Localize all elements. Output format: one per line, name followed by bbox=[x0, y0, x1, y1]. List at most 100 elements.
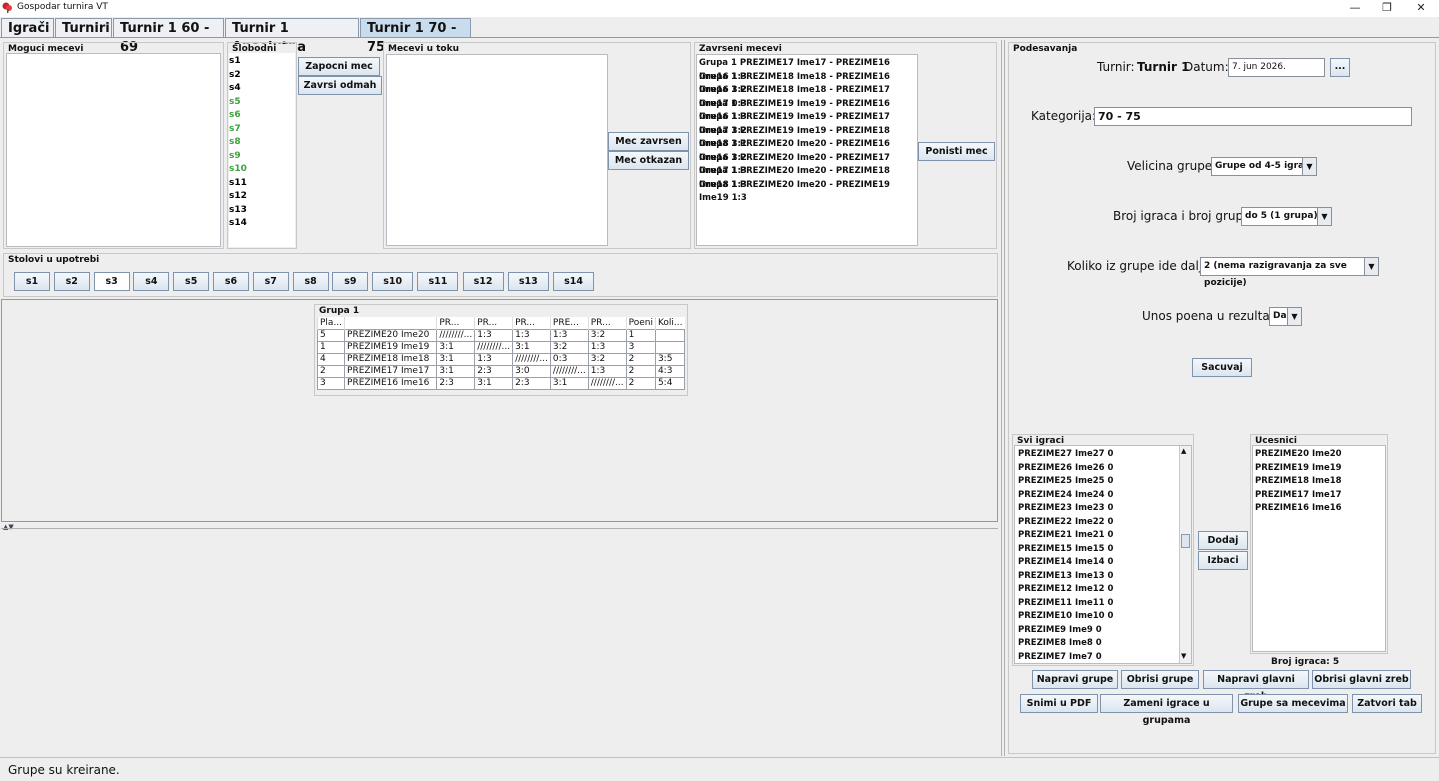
table-button-s1[interactable]: s1 bbox=[14, 272, 50, 291]
table-cell[interactable] bbox=[654, 340, 686, 354]
list-item[interactable]: PREZIME18 Ime18 bbox=[1255, 475, 1385, 489]
list-item[interactable]: PREZIME25 Ime25 0 bbox=[1018, 475, 1191, 489]
list-item[interactable]: s9 bbox=[229, 150, 295, 164]
table-cell[interactable]: PREZIME19 Ime19 bbox=[344, 340, 438, 354]
izbaci-button[interactable]: Izbaci bbox=[1198, 551, 1248, 570]
table-cell[interactable]: 3:1 bbox=[549, 376, 589, 390]
column-header[interactable] bbox=[344, 317, 437, 329]
table-button-s3[interactable]: s3 bbox=[93, 272, 130, 291]
table-cell[interactable]: ////////... bbox=[587, 376, 627, 390]
table-cell[interactable]: 3:5 bbox=[654, 352, 686, 366]
table-cell[interactable]: 3:1 bbox=[436, 364, 476, 378]
table-cell[interactable]: ////////... bbox=[549, 364, 589, 378]
obrisi-grupe-button[interactable]: Obrisi grupe bbox=[1121, 670, 1199, 689]
table-cell[interactable]: 4:3 bbox=[654, 364, 686, 378]
list-item[interactable]: Grupa 1 PREZIME18 Ime18 - PREZIME16 Ime1… bbox=[699, 71, 917, 96]
zapocni-mec-button[interactable]: Zapocni mec bbox=[298, 57, 380, 76]
list-item[interactable]: s4 bbox=[229, 82, 295, 96]
table-cell[interactable]: 3:2 bbox=[587, 352, 627, 366]
list-item[interactable]: Grupa 1 PREZIME20 Ime20 - PREZIME18 Ime1… bbox=[699, 165, 917, 190]
ucesnici-list[interactable]: PREZIME20 Ime20 PREZIME19 Ime19 PREZIME18 … bbox=[1252, 445, 1386, 652]
list-item[interactable]: s1 bbox=[229, 55, 295, 69]
zavrseni-mecevi-list[interactable]: Grupa 1 PREZIME17 Ime17 - PREZIME16 Ime1… bbox=[696, 54, 918, 246]
tab-turniri[interactable]: Turniri bbox=[55, 18, 112, 38]
snimi-pdf-button[interactable]: Snimi u PDF bbox=[1020, 694, 1098, 713]
moguci-mecevi-list[interactable] bbox=[6, 53, 221, 247]
tab-turnir-70-75[interactable]: Turnir 1 70 - 75 bbox=[360, 18, 471, 55]
grupa-table[interactable]: Pla... PR... PR... PR... PRE... PR... Poeni Kol… bbox=[316, 317, 686, 390]
list-item[interactable]: Grupa 1 PREZIME17 Ime17 - PREZIME16 Ime1… bbox=[699, 57, 917, 82]
scroll-thumb[interactable] bbox=[1181, 534, 1190, 548]
list-item[interactable]: PREZIME16 Ime16 bbox=[1255, 502, 1385, 516]
list-item[interactable]: PREZIME11 Ime11 0 bbox=[1018, 597, 1191, 611]
minimize-button[interactable]: — bbox=[1338, 0, 1372, 17]
list-item[interactable]: PREZIME10 Ime10 0 bbox=[1018, 610, 1191, 624]
svi-igraci-list[interactable]: PREZIME27 Ime27 0 PREZIME26 Ime26 0 PREZIM… bbox=[1014, 445, 1192, 664]
list-item[interactable]: PREZIME8 Ime8 0 bbox=[1018, 637, 1191, 651]
table-button-s5[interactable]: s5 bbox=[173, 272, 210, 291]
grupe-sa-mecevima-button[interactable]: Grupe sa mecevima bbox=[1238, 694, 1348, 713]
zavrsi-odmah-button[interactable]: Zavrsi odmah bbox=[298, 76, 382, 95]
table-cell[interactable]: 1 bbox=[316, 340, 346, 354]
svi-igraci-scrollbar[interactable]: ▲ ▼ bbox=[1179, 446, 1191, 663]
datum-field[interactable]: 7. jun 2026. bbox=[1228, 58, 1325, 77]
table-cell[interactable]: 1:3 bbox=[587, 364, 627, 378]
table-cell[interactable]: 5:4 bbox=[654, 376, 686, 390]
napravi-grupe-button[interactable]: Napravi grupe bbox=[1032, 670, 1118, 689]
list-item[interactable]: Grupa 1 PREZIME20 Ime20 - PREZIME17 Ime1… bbox=[699, 152, 917, 177]
table-button-s8[interactable]: s8 bbox=[292, 272, 329, 291]
list-item[interactable]: Grupa 1 PREZIME19 Ime19 - PREZIME18 Ime1… bbox=[699, 125, 917, 150]
table-row[interactable]: 3 PREZIME16 Ime16 2:3 3:1 2:3 3:1////////... 2… bbox=[316, 376, 686, 390]
list-item[interactable]: s6 bbox=[229, 109, 295, 123]
list-item[interactable]: PREZIME20 Ime20 bbox=[1255, 448, 1385, 462]
zatvori-tab-button[interactable]: Zatvori tab bbox=[1352, 694, 1422, 713]
table-cell[interactable]: 3:0 bbox=[512, 364, 551, 378]
dodaj-button[interactable]: Dodaj bbox=[1198, 531, 1248, 550]
datum-picker-button[interactable]: ... bbox=[1330, 58, 1350, 77]
table-cell[interactable]: PREZIME18 Ime18 bbox=[344, 352, 438, 366]
list-item[interactable]: s2 bbox=[229, 69, 295, 83]
table-cell[interactable]: 2 bbox=[316, 364, 346, 378]
list-item[interactable]: s8 bbox=[229, 136, 295, 150]
table-cell[interactable]: 2 bbox=[625, 352, 656, 366]
table-cell[interactable]: 1:3 bbox=[512, 328, 551, 342]
column-header[interactable]: PR... bbox=[474, 317, 513, 329]
list-item[interactable]: Grupa 1 PREZIME19 Ime19 - PREZIME17 Ime1… bbox=[699, 111, 917, 136]
table-button-s13[interactable]: s13 bbox=[507, 272, 549, 291]
scroll-up-icon[interactable]: ▲ bbox=[1181, 447, 1186, 455]
zameni-igrace-button[interactable]: Zameni igrace u grupama bbox=[1100, 694, 1233, 726]
vertical-splitter[interactable] bbox=[1001, 40, 1005, 756]
tab-turnir-60-69[interactable]: Turnir 1 60 - 69 bbox=[113, 18, 224, 55]
ponisti-mec-button[interactable]: Ponisti mec bbox=[918, 142, 995, 161]
mec-zavrsen-button[interactable]: Mec zavrsen bbox=[608, 132, 689, 151]
table-cell[interactable]: 3:1 bbox=[474, 376, 514, 390]
table-cell[interactable]: PREZIME17 Ime17 bbox=[344, 364, 438, 378]
table-cell[interactable]: 1:3 bbox=[474, 352, 514, 366]
list-item[interactable]: PREZIME24 Ime24 0 bbox=[1018, 489, 1191, 503]
column-header[interactable]: Pla... bbox=[316, 317, 345, 329]
list-item[interactable]: s7 bbox=[229, 123, 295, 137]
list-item[interactable]: PREZIME17 Ime17 bbox=[1255, 489, 1385, 503]
mec-otkazan-button[interactable]: Mec otkazan bbox=[608, 151, 689, 170]
sacuvaj-button[interactable]: Sacuvaj bbox=[1192, 358, 1252, 377]
list-item[interactable]: Grupa 1 PREZIME20 Ime20 - PREZIME16 Ime1… bbox=[699, 138, 917, 163]
table-cell[interactable]: 5 bbox=[316, 328, 346, 342]
tab-igraci[interactable]: Igrači bbox=[1, 18, 54, 38]
slobodni-stolovi-list[interactable]: s1 s2 s4 s5 s6 s7 s8 s9 s10 s11 s12 s13 s14 bbox=[229, 53, 295, 247]
list-item[interactable]: PREZIME13 Ime13 0 bbox=[1018, 570, 1191, 584]
list-item[interactable]: PREZIME12 Ime12 0 bbox=[1018, 583, 1191, 597]
table-cell[interactable] bbox=[654, 328, 686, 342]
table-cell[interactable]: 2 bbox=[625, 364, 656, 378]
table-button-s10[interactable]: s10 bbox=[372, 272, 414, 291]
column-header[interactable]: PR... bbox=[587, 317, 627, 329]
list-item[interactable]: PREZIME26 Ime26 0 bbox=[1018, 462, 1191, 476]
scroll-down-icon[interactable]: ▼ bbox=[1181, 652, 1186, 660]
list-item[interactable]: Grupa 1 PREZIME18 Ime18 - PREZIME17 Ime1… bbox=[699, 84, 917, 109]
unos-select[interactable]: Da ▼ bbox=[1269, 307, 1302, 326]
table-row[interactable]: 4 PREZIME18 Ime18 3:1 1:3////////... 0:3 3:2 2… bbox=[316, 352, 686, 366]
table-cell[interactable]: ////////... bbox=[436, 328, 476, 342]
list-item[interactable]: s5 bbox=[229, 96, 295, 110]
table-cell[interactable]: 3:2 bbox=[549, 340, 589, 354]
table-row[interactable]: 2 PREZIME17 Ime17 3:1 2:3 3:0////////... 1:3 2… bbox=[316, 364, 686, 378]
table-cell[interactable]: 3:1 bbox=[512, 340, 551, 354]
